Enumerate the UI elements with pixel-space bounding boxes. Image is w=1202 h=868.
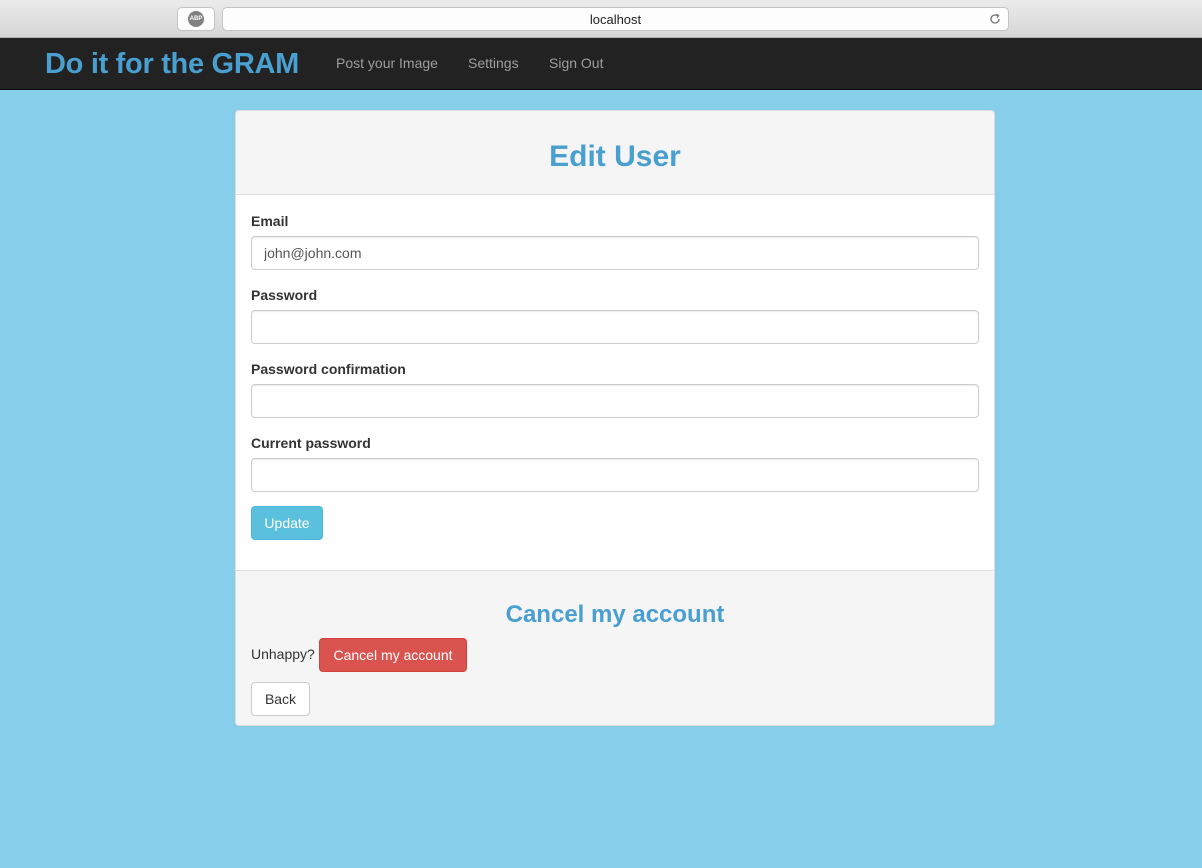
brand-link[interactable]: Do it for the GRAM — [45, 48, 299, 81]
cancel-account-section: Cancel my account Unhappy? Cancel my acc… — [236, 570, 994, 725]
email-label: Email — [251, 213, 289, 229]
back-button[interactable]: Back — [251, 682, 310, 716]
update-button[interactable]: Update — [251, 506, 323, 540]
adblock-icon: ABP — [188, 11, 204, 27]
edit-user-panel: Edit User Email Password Password confir… — [235, 110, 995, 726]
email-field[interactable] — [251, 236, 979, 270]
cancel-account-title: Cancel my account — [505, 601, 725, 628]
adblock-button[interactable]: ABP — [177, 7, 215, 31]
navbar: Do it for the GRAM Post your Image Setti… — [0, 38, 1202, 90]
reload-icon[interactable] — [988, 12, 1002, 26]
nav-settings[interactable]: Settings — [468, 55, 519, 71]
panel-header: Edit User — [236, 111, 994, 195]
password-field[interactable] — [251, 310, 979, 344]
password-confirmation-field[interactable] — [251, 384, 979, 418]
current-password-field[interactable] — [251, 458, 979, 492]
unhappy-text: Unhappy? — [251, 646, 315, 662]
nav-sign-out[interactable]: Sign Out — [549, 55, 603, 71]
browser-toolbar: ABP localhost — [0, 0, 1202, 38]
url-text: localhost — [589, 11, 642, 27]
password-label: Password — [251, 287, 318, 303]
password-confirmation-label: Password confirmation — [251, 361, 406, 377]
cancel-account-button[interactable]: Cancel my account — [319, 638, 467, 672]
page-title: Edit User — [549, 140, 681, 173]
current-password-label: Current password — [251, 435, 371, 451]
address-bar[interactable]: localhost — [222, 7, 1009, 31]
nav-post-image[interactable]: Post your Image — [336, 55, 438, 71]
